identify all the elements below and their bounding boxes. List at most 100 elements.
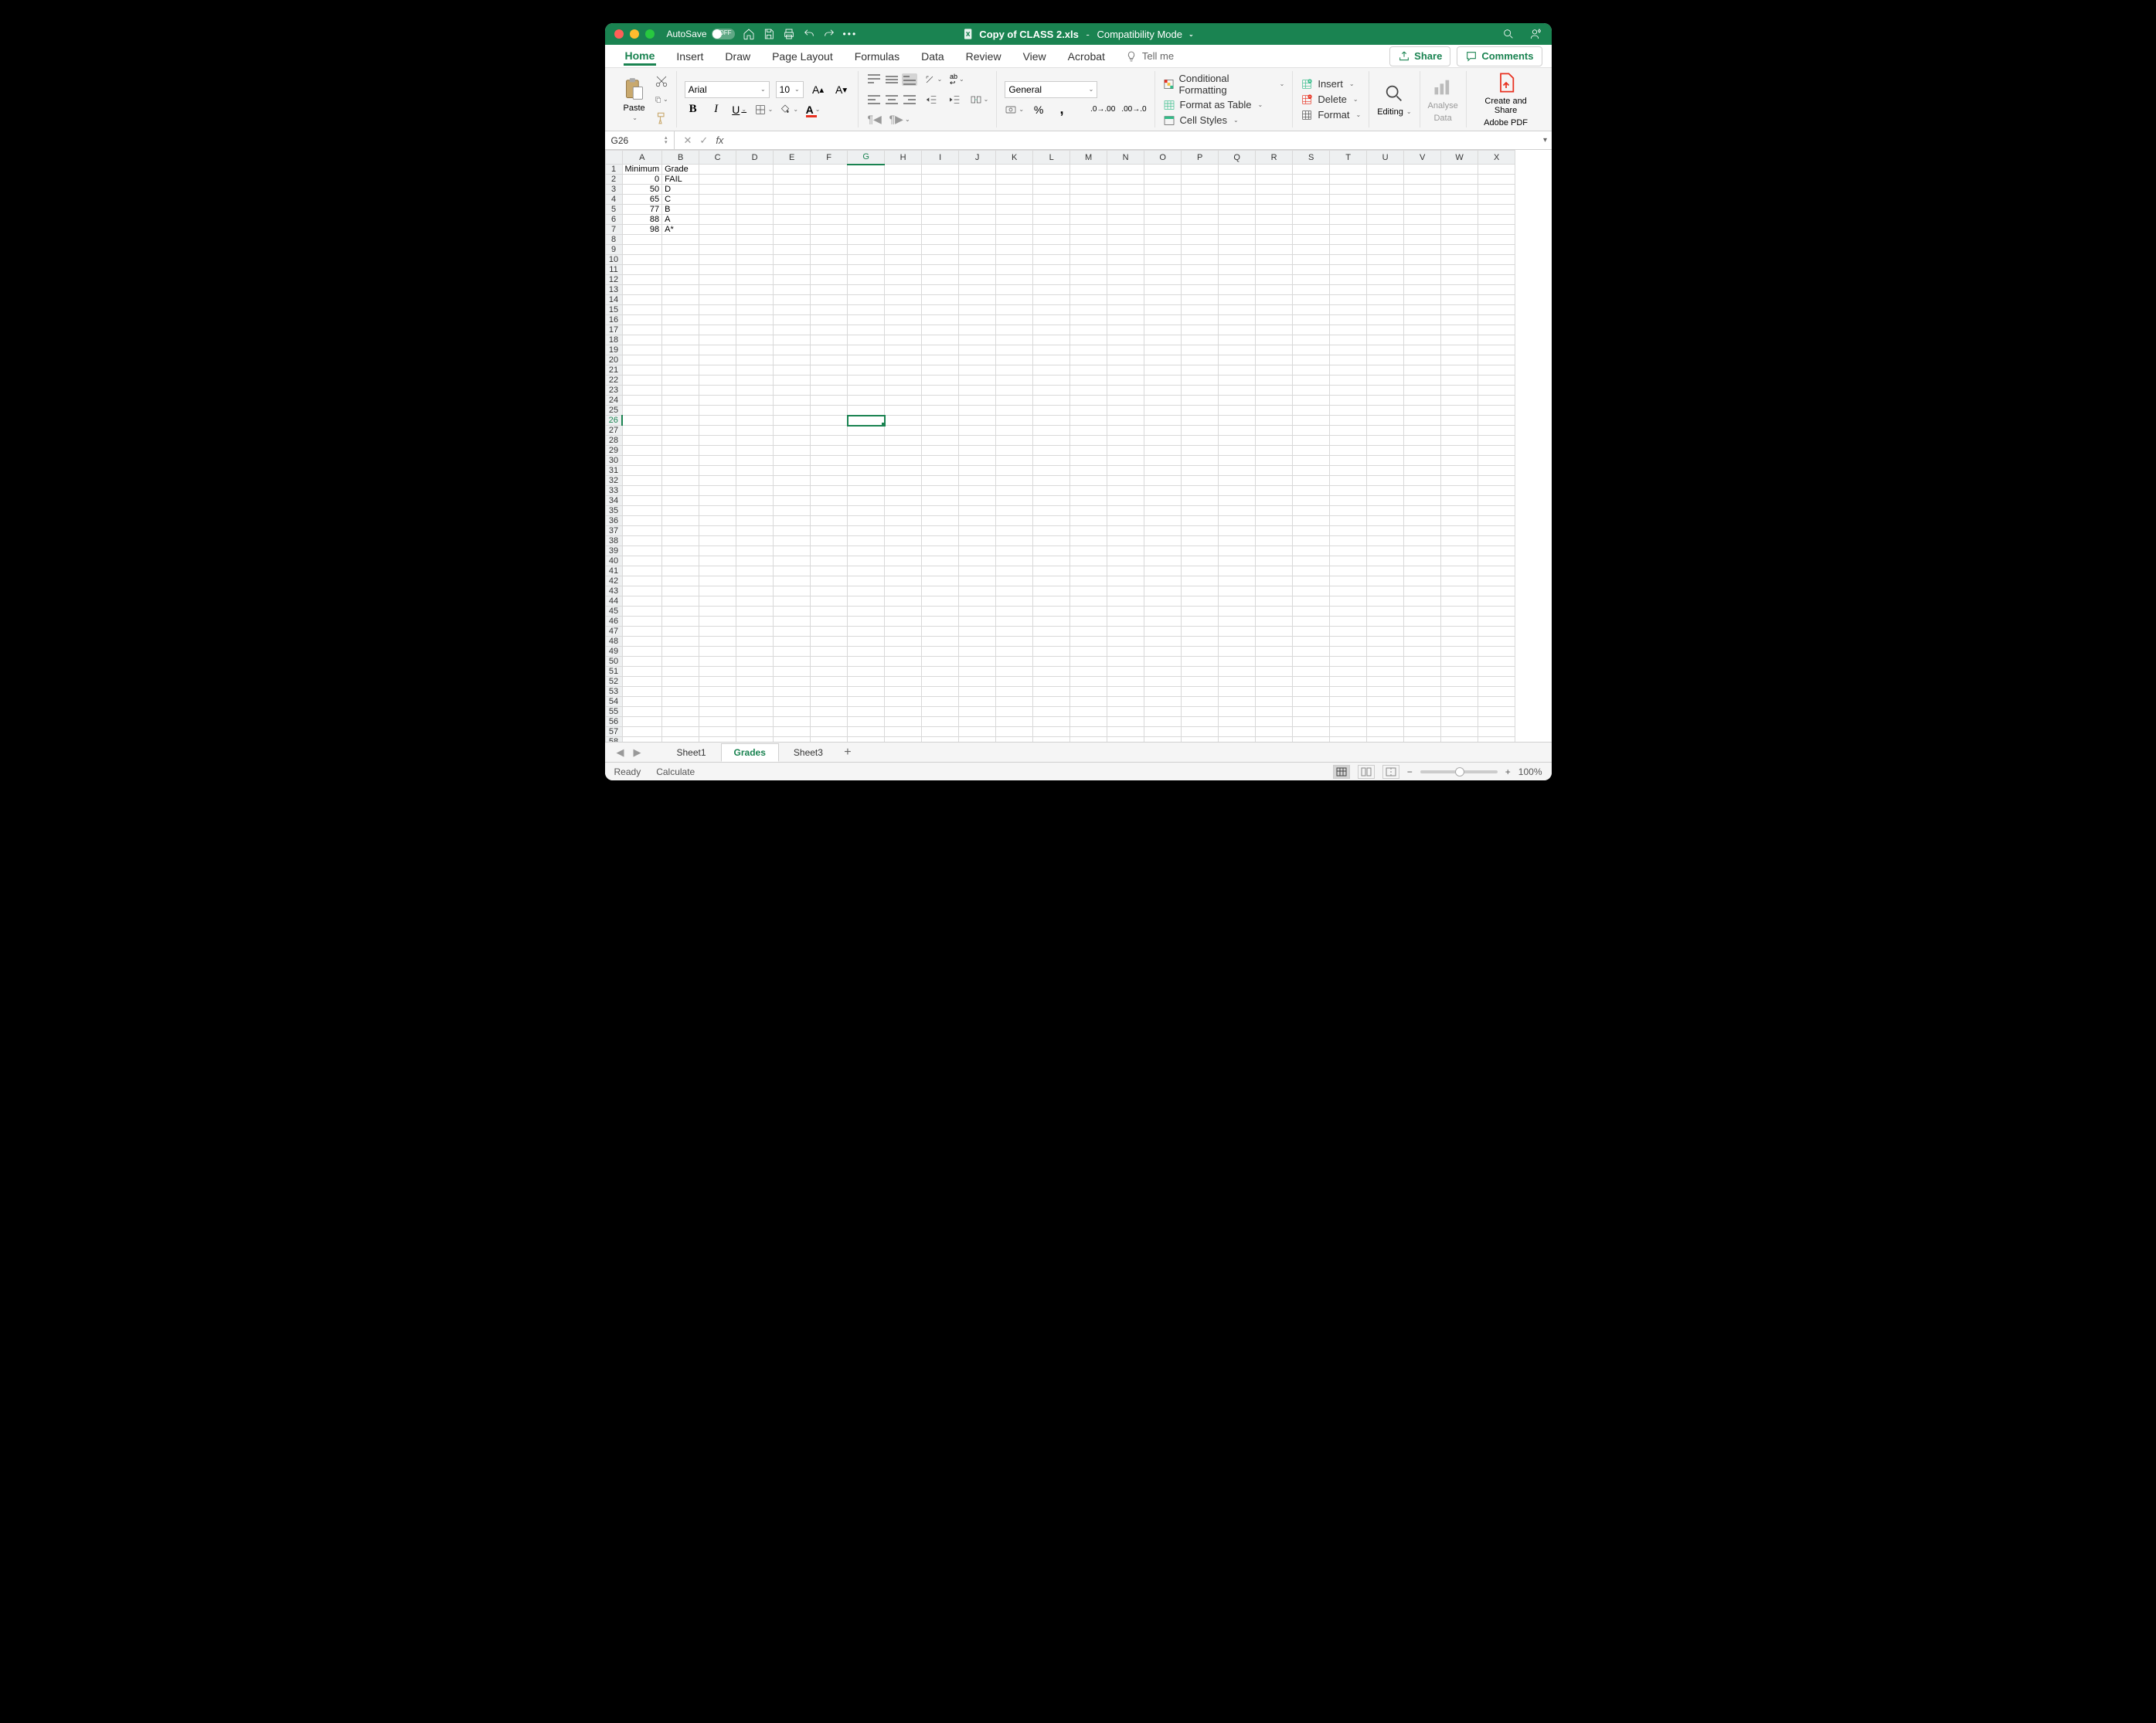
cell-U34[interactable] (1367, 496, 1404, 506)
cell-W48[interactable] (1441, 637, 1478, 647)
cell-U48[interactable] (1367, 637, 1404, 647)
row-header-17[interactable]: 17 (605, 325, 622, 335)
cell-K24[interactable] (996, 396, 1033, 406)
cell-K10[interactable] (996, 255, 1033, 265)
cell-H46[interactable] (885, 617, 922, 627)
copy-icon[interactable]: ⌄ (655, 93, 668, 107)
cell-V51[interactable] (1404, 667, 1441, 677)
row-header-6[interactable]: 6 (605, 215, 622, 225)
cell-D5[interactable] (736, 205, 774, 215)
cell-E52[interactable] (774, 677, 811, 687)
cell-H35[interactable] (885, 506, 922, 516)
cell-R1[interactable] (1256, 165, 1293, 175)
cell-R15[interactable] (1256, 305, 1293, 315)
cell-S25[interactable] (1293, 406, 1330, 416)
cell-U46[interactable] (1367, 617, 1404, 627)
cell-G34[interactable] (848, 496, 885, 506)
cell-G27[interactable] (848, 426, 885, 436)
cell-T14[interactable] (1330, 295, 1367, 305)
cell-B54[interactable] (662, 697, 699, 707)
cell-B45[interactable] (662, 607, 699, 617)
cell-B11[interactable] (662, 265, 699, 275)
cell-K15[interactable] (996, 305, 1033, 315)
cell-E30[interactable] (774, 456, 811, 466)
cell-E26[interactable] (774, 416, 811, 426)
currency-icon[interactable]: ⌄ (1005, 101, 1024, 118)
cell-H56[interactable] (885, 717, 922, 727)
cell-G3[interactable] (848, 185, 885, 195)
cell-U53[interactable] (1367, 687, 1404, 697)
cell-L1[interactable] (1033, 165, 1070, 175)
cell-C12[interactable] (699, 275, 736, 285)
cell-M58[interactable] (1070, 737, 1107, 743)
cell-F47[interactable] (811, 627, 848, 637)
cell-H20[interactable] (885, 355, 922, 365)
cell-D15[interactable] (736, 305, 774, 315)
cell-C36[interactable] (699, 516, 736, 526)
cell-N3[interactable] (1107, 185, 1144, 195)
cell-U12[interactable] (1367, 275, 1404, 285)
col-header-N[interactable]: N (1107, 151, 1144, 165)
cell-D28[interactable] (736, 436, 774, 446)
cell-W1[interactable] (1441, 165, 1478, 175)
col-header-M[interactable]: M (1070, 151, 1107, 165)
cell-B40[interactable] (662, 556, 699, 566)
cell-A43[interactable] (622, 586, 662, 596)
cell-J5[interactable] (959, 205, 996, 215)
align-right-icon[interactable] (902, 93, 917, 106)
cell-U17[interactable] (1367, 325, 1404, 335)
cell-L14[interactable] (1033, 295, 1070, 305)
cell-J15[interactable] (959, 305, 996, 315)
cell-P35[interactable] (1182, 506, 1219, 516)
cell-N50[interactable] (1107, 657, 1144, 667)
cell-N35[interactable] (1107, 506, 1144, 516)
cell-M37[interactable] (1070, 526, 1107, 536)
cell-X5[interactable] (1478, 205, 1515, 215)
cell-G38[interactable] (848, 536, 885, 546)
cell-J20[interactable] (959, 355, 996, 365)
cell-R35[interactable] (1256, 506, 1293, 516)
cell-R30[interactable] (1256, 456, 1293, 466)
cell-C31[interactable] (699, 466, 736, 476)
row-header-41[interactable]: 41 (605, 566, 622, 576)
col-header-G[interactable]: G (848, 151, 885, 165)
cell-F11[interactable] (811, 265, 848, 275)
cell-B12[interactable] (662, 275, 699, 285)
cell-H45[interactable] (885, 607, 922, 617)
cell-S17[interactable] (1293, 325, 1330, 335)
cell-R54[interactable] (1256, 697, 1293, 707)
cell-F54[interactable] (811, 697, 848, 707)
cell-A47[interactable] (622, 627, 662, 637)
cell-R4[interactable] (1256, 195, 1293, 205)
cell-D18[interactable] (736, 335, 774, 345)
cell-N33[interactable] (1107, 486, 1144, 496)
cell-T45[interactable] (1330, 607, 1367, 617)
cell-W5[interactable] (1441, 205, 1478, 215)
cell-R23[interactable] (1256, 386, 1293, 396)
cell-E38[interactable] (774, 536, 811, 546)
cell-J18[interactable] (959, 335, 996, 345)
cell-R5[interactable] (1256, 205, 1293, 215)
cell-X24[interactable] (1478, 396, 1515, 406)
cell-F27[interactable] (811, 426, 848, 436)
cell-F1[interactable] (811, 165, 848, 175)
cell-C2[interactable] (699, 175, 736, 185)
cell-A31[interactable] (622, 466, 662, 476)
cell-B24[interactable] (662, 396, 699, 406)
cell-U54[interactable] (1367, 697, 1404, 707)
cell-I47[interactable] (922, 627, 959, 637)
col-header-H[interactable]: H (885, 151, 922, 165)
cell-G16[interactable] (848, 315, 885, 325)
cell-O41[interactable] (1144, 566, 1182, 576)
cell-U21[interactable] (1367, 365, 1404, 376)
cell-C51[interactable] (699, 667, 736, 677)
cell-D14[interactable] (736, 295, 774, 305)
cell-O55[interactable] (1144, 707, 1182, 717)
col-header-W[interactable]: W (1441, 151, 1478, 165)
col-header-L[interactable]: L (1033, 151, 1070, 165)
cell-O28[interactable] (1144, 436, 1182, 446)
cell-H43[interactable] (885, 586, 922, 596)
cell-C7[interactable] (699, 225, 736, 235)
cell-M48[interactable] (1070, 637, 1107, 647)
cell-A6[interactable]: 88 (622, 215, 662, 225)
